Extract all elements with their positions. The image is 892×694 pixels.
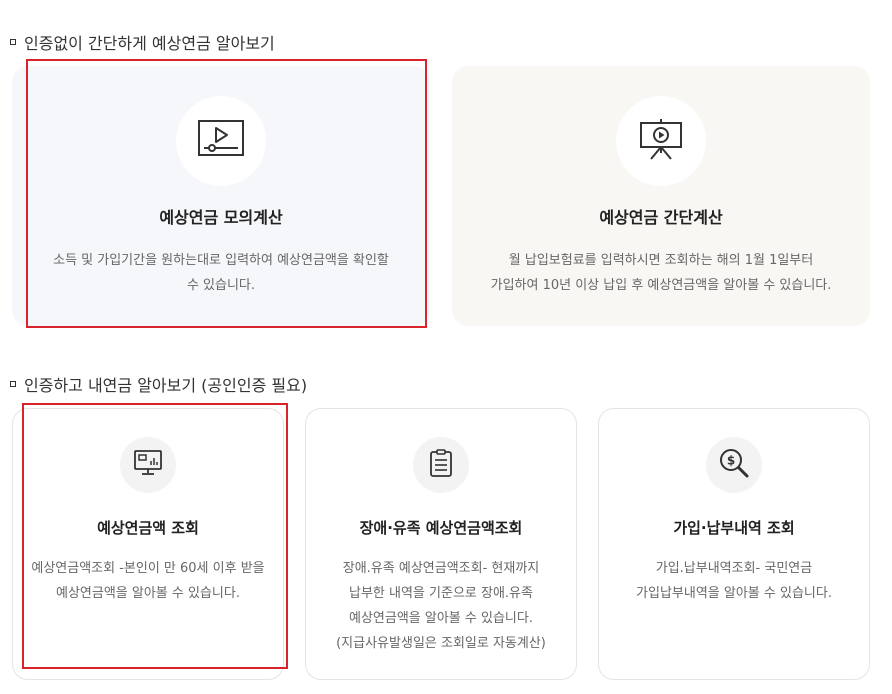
card-title: 장애·유족 예상연금액조회 [359,519,523,537]
card-description: 장애.유족 예상연금액조회- 현재까지 납부한 내역을 기준으로 장애.유족 예… [336,561,546,651]
card-title: 예상연금 모의계산 [159,208,283,227]
clipboard-icon [428,448,454,482]
card-description: 예상연금액조회 -본인이 만 60세 이후 받을 예상연금액을 알아볼 수 있습… [31,561,265,601]
card-expected-pension-inquiry[interactable]: 예상연금액 조회 예상연금액조회 -본인이 만 60세 이후 받을 예상연금액을… [12,408,284,680]
card-pension-quick-calc[interactable]: 예상연금 간단계산 월 납입보험료를 입력하시면 조회하는 해의 1월 1일부터… [452,66,870,326]
card-title: 예상연금 간단계산 [599,208,723,227]
card-description: 월 납입보험료를 입력하시면 조회하는 해의 1월 1일부터 가입하여 10년 … [490,253,832,293]
card-pension-simulation[interactable]: 예상연금 모의계산 소득 및 가입기간을 원하는대로 입력하여 예상연금액을 확… [12,66,430,326]
section-title-auth: 인증하고 내연금 알아보기 (공인인증 필요) [10,372,307,396]
icon-circle [176,96,266,186]
presentation-board-icon [638,117,684,165]
card-title: 가입·납부내역 조회 [673,519,795,537]
card-subscription-payment-inquiry[interactable]: $ 가입·납부내역 조회 가입.납부내역조회- 국민연금 가입납부내역을 알아볼… [598,408,870,680]
dollar-search-icon: $ [718,447,750,483]
svg-text:$: $ [727,454,735,468]
section-title-text: 인증없이 간단하게 예상연금 알아보기 [24,34,275,53]
card-description: 소득 및 가입기간을 원하는대로 입력하여 예상연금액을 확인할 수 있습니다. [53,253,389,293]
video-player-icon [196,118,246,164]
section-title-no-auth: 인증없이 간단하게 예상연금 알아보기 [10,30,275,54]
icon-circle: $ [706,437,762,493]
icon-circle [413,437,469,493]
card-description: 가입.납부내역조회- 국민연금 가입납부내역을 알아볼 수 있습니다. [636,561,832,601]
icon-circle [120,437,176,493]
card-title: 예상연금액 조회 [97,519,199,537]
monitor-chart-icon [133,449,163,481]
bullet-square-icon [10,381,16,387]
icon-circle [616,96,706,186]
card-disability-survivor-inquiry[interactable]: 장애·유족 예상연금액조회 장애.유족 예상연금액조회- 현재까지 납부한 내역… [305,408,577,680]
bullet-square-icon [10,39,16,45]
section-title-text: 인증하고 내연금 알아보기 (공인인증 필요) [24,376,308,395]
